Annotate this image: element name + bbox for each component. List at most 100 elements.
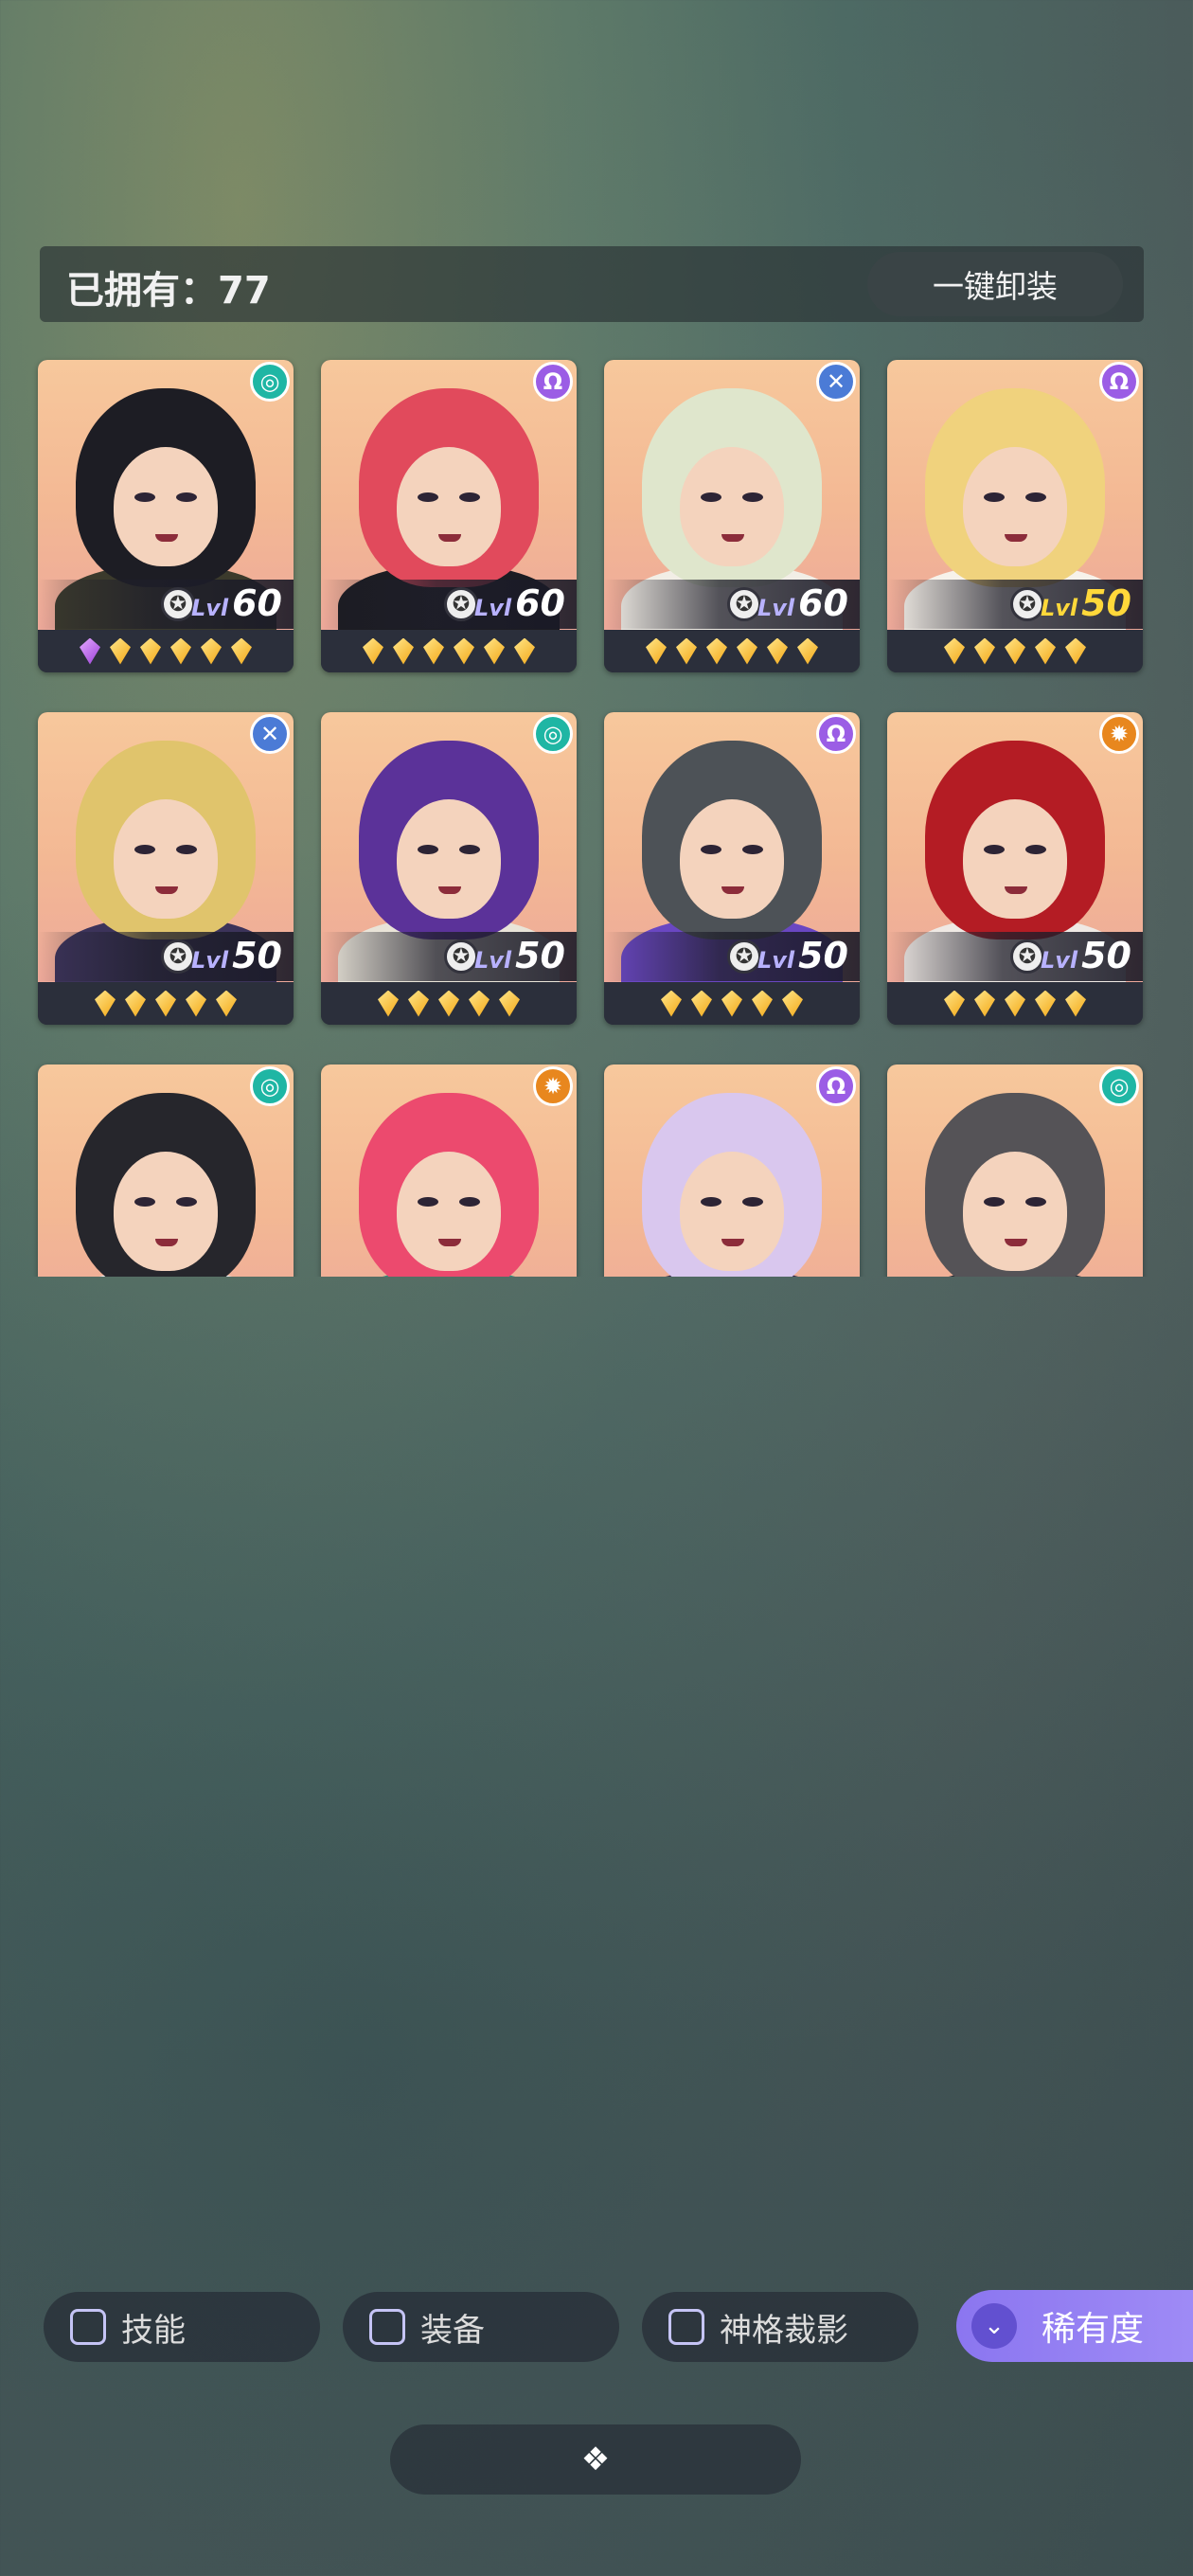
hero-face xyxy=(397,1152,501,1271)
level-badge: Lvl 50 xyxy=(191,935,282,976)
star-gem-icon xyxy=(1065,637,1086,665)
collapse-button[interactable]: ❖ xyxy=(390,2424,801,2495)
level-value: 50 xyxy=(515,935,565,976)
star-gem-icon xyxy=(514,637,535,665)
level-badge: Lvl 60 xyxy=(191,582,282,624)
checkbox-icon[interactable] xyxy=(369,2309,405,2345)
hero-card[interactable]: ✹✪Lvl50 xyxy=(321,1064,577,1277)
hero-card[interactable]: Ω ✪ Lvl 50 xyxy=(604,712,860,1025)
hero-card[interactable]: Ω✪Lvl48 xyxy=(604,1064,860,1277)
star-rating xyxy=(321,630,577,672)
star-gem-icon xyxy=(125,990,146,1017)
hero-eye xyxy=(134,845,155,854)
class-icon: ✪ xyxy=(727,587,761,621)
level-prefix: Lvl xyxy=(190,947,229,974)
hero-eye xyxy=(1025,845,1046,854)
hero-eye xyxy=(459,845,480,854)
hero-card[interactable]: ◎ ✪ Lvl 60 xyxy=(38,360,294,672)
star-gem-icon xyxy=(1065,990,1086,1017)
star-gem-icon xyxy=(216,990,237,1017)
star-gem-icon xyxy=(1005,990,1025,1017)
hero-face xyxy=(114,447,218,566)
star-gem-icon xyxy=(737,637,757,665)
star-gem-icon xyxy=(944,990,965,1017)
star-gem-icon xyxy=(1035,990,1056,1017)
diamond-cluster-icon: ❖ xyxy=(580,2441,611,2478)
star-gem-icon xyxy=(140,637,161,665)
class-icon: ✪ xyxy=(1010,939,1044,974)
hero-card[interactable]: ✹ ✪Lvl50 xyxy=(887,712,1143,1025)
hero-face xyxy=(963,1152,1067,1271)
hero-card[interactable]: ✕ ✪ Lvl 60 xyxy=(604,360,860,672)
owned-count-label: 已拥有：77 xyxy=(66,269,271,313)
hero-card[interactable]: Ω ✪ Lvl 50 xyxy=(887,360,1143,672)
star-gem-icon xyxy=(186,990,206,1017)
star-gem-icon xyxy=(499,990,520,1017)
hero-grid: ◎ ✪ Lvl 60 Ω ✪ Lvl 60 ✕ ✪ Lvl 60 Ω ✪ Lvl 50 ✕ ✪ Lvl 50 ◎ ✪ Lvl… xyxy=(38,360,1143,1277)
star-gem-icon xyxy=(1005,637,1025,665)
hero-eye xyxy=(742,1197,763,1207)
hero-face xyxy=(114,799,218,919)
filter-divine[interactable]: 神格裁影 xyxy=(642,2292,918,2362)
violet-element-icon: Ω xyxy=(533,362,573,402)
filter-skill-label: 技能 xyxy=(121,2311,186,2350)
hero-eye xyxy=(701,845,721,854)
hero-card[interactable]: ◎✪Lvl50 xyxy=(38,1064,294,1277)
checkbox-icon[interactable] xyxy=(668,2309,704,2345)
star-gem-icon xyxy=(944,637,965,665)
star-gem-icon xyxy=(454,637,474,665)
hero-card[interactable]: ◎✪Lvl45 xyxy=(887,1064,1143,1277)
filter-divine-label: 神格裁影 xyxy=(720,2311,848,2350)
level-value: 60 xyxy=(515,582,565,624)
hero-card[interactable]: Ω ✪ Lvl 60 xyxy=(321,360,577,672)
class-icon: ✪ xyxy=(727,939,761,974)
level-badge: Lvl 60 xyxy=(757,582,848,624)
class-icon: ✪ xyxy=(444,587,478,621)
filter-equipment[interactable]: 装备 xyxy=(343,2292,619,2362)
hero-face xyxy=(680,1152,784,1271)
star-gem-icon xyxy=(110,637,131,665)
star-rating xyxy=(604,982,860,1025)
hero-eye xyxy=(418,492,438,502)
hero-eye xyxy=(459,1197,480,1207)
hero-eye xyxy=(701,1197,721,1207)
star-gem-icon xyxy=(721,990,742,1017)
rarity-sort-label: 稀有度 xyxy=(1042,2310,1145,2349)
unequip-all-button[interactable]: 一键卸装 xyxy=(867,252,1123,316)
rarity-sort-button[interactable]: ⌄ 稀有度 xyxy=(956,2290,1193,2362)
level-prefix: Lvl xyxy=(473,947,512,974)
hero-face xyxy=(963,799,1067,919)
hero-card[interactable]: ◎✪Lvl50 xyxy=(321,712,577,1025)
orange-element-icon: ✹ xyxy=(533,1066,573,1106)
chevron-down-icon: ⌄ xyxy=(971,2303,1017,2349)
hero-eye xyxy=(984,492,1005,502)
level-badge: Lvl 50 xyxy=(1041,582,1131,624)
hero-eye xyxy=(984,845,1005,854)
level-value: 50 xyxy=(1081,935,1131,976)
level-value: 60 xyxy=(798,582,848,624)
filter-skill[interactable]: 技能 xyxy=(44,2292,320,2362)
hero-face xyxy=(397,799,501,919)
star-gem-icon xyxy=(661,990,682,1017)
checkbox-icon[interactable] xyxy=(70,2309,106,2345)
level-badge: Lvl 50 xyxy=(757,935,848,976)
level-prefix: Lvl xyxy=(1040,595,1078,621)
hero-card[interactable]: ✕ ✪ Lvl 50 xyxy=(38,712,294,1025)
star-gem-icon xyxy=(438,990,459,1017)
level-prefix: Lvl xyxy=(1040,947,1078,974)
hero-grid-viewport[interactable]: ◎ ✪ Lvl 60 Ω ✪ Lvl 60 ✕ ✪ Lvl 60 Ω ✪ Lvl 50 ✕ ✪ Lvl 50 ◎ ✪ Lvl… xyxy=(0,350,1193,1277)
blue-element-icon: ✕ xyxy=(816,362,856,402)
hero-face xyxy=(680,447,784,566)
hero-eye xyxy=(176,492,197,502)
class-icon: ✪ xyxy=(1010,587,1044,621)
star-gem-icon xyxy=(676,637,697,665)
star-gem-icon xyxy=(95,990,116,1017)
orange-element-icon: ✹ xyxy=(1099,714,1139,754)
star-rating xyxy=(887,630,1143,672)
hero-eye xyxy=(134,492,155,502)
star-rating xyxy=(38,982,294,1025)
level-value: 50 xyxy=(798,935,848,976)
hero-eye xyxy=(742,492,763,502)
hero-eye xyxy=(1025,1197,1046,1207)
star-gem-icon xyxy=(767,637,788,665)
